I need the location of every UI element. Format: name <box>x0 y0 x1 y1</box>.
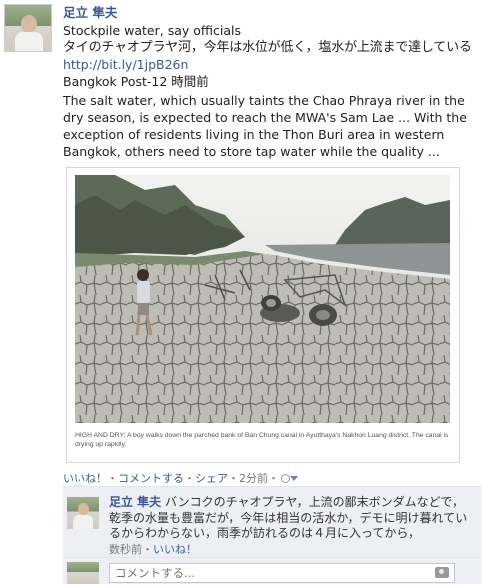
divider <box>63 557 481 558</box>
comment-item: 足立 隼夫 バンコクのチャオプラヤ，上流の鄙末ボンダムなどで，乾季の水量も豊富だ… <box>67 493 477 556</box>
camera-icon[interactable] <box>435 567 449 578</box>
comment-text: バンコクのチャオプラヤ，上流の鄙末ボンダムなどで，乾季の水量も豊富だが，今年は相… <box>109 495 468 540</box>
separator: ・ <box>184 472 195 485</box>
post-action-bar: いいね！・コメントする・シェア・2分前・ <box>63 470 298 486</box>
separator: ・ <box>142 542 153 556</box>
separator: ・ <box>228 472 239 485</box>
comment-timestamp[interactable]: 数秒前 <box>109 543 142 556</box>
commenter-avatar[interactable] <box>67 497 99 529</box>
news-photo[interactable] <box>75 175 450 423</box>
post-source: Bangkok Post-12 時間前 <box>63 74 209 89</box>
chevron-down-icon[interactable] <box>290 476 298 481</box>
photo-caption: HIGH AND DRY: A boy walks down the parch… <box>75 432 449 448</box>
comment-composer <box>67 562 477 584</box>
like-link[interactable]: いいね！ <box>63 472 107 485</box>
post-author-name[interactable]: 足立 隼夫 <box>63 4 483 22</box>
post-description: The salt water, which usually taints the… <box>63 93 467 159</box>
photo-attachment[interactable]: HIGH AND DRY: A boy walks down the parch… <box>66 167 460 463</box>
composer-avatar <box>67 562 99 584</box>
comment-input[interactable] <box>109 563 455 583</box>
post-timestamp[interactable]: 2分前 <box>239 472 268 485</box>
post-title: Stockpile water, say officials <box>63 23 241 38</box>
separator: ・ <box>107 472 118 485</box>
separator: ・ <box>268 472 279 485</box>
commenter-name[interactable]: 足立 隼夫 <box>109 495 161 509</box>
share-link[interactable]: シェア <box>195 472 228 485</box>
post-link[interactable]: http://bit.ly/1jpB26n <box>63 56 483 73</box>
comments-panel: 足立 隼夫 バンコクのチャオプラヤ，上流の鄙末ボンダムなどで，乾季の水量も豊富だ… <box>63 486 481 584</box>
post-headline-jp: タイのチャオプラヤ河，今年は水位が低く，塩水が上流まで達している <box>63 40 472 55</box>
comment-link[interactable]: コメントする <box>118 472 184 485</box>
comment-like-link[interactable]: いいね！ <box>153 543 197 556</box>
globe-icon[interactable] <box>281 474 290 483</box>
post-body: 足立 隼夫 Stockpile water, say officials タイの… <box>63 4 483 160</box>
author-avatar[interactable] <box>4 4 52 52</box>
